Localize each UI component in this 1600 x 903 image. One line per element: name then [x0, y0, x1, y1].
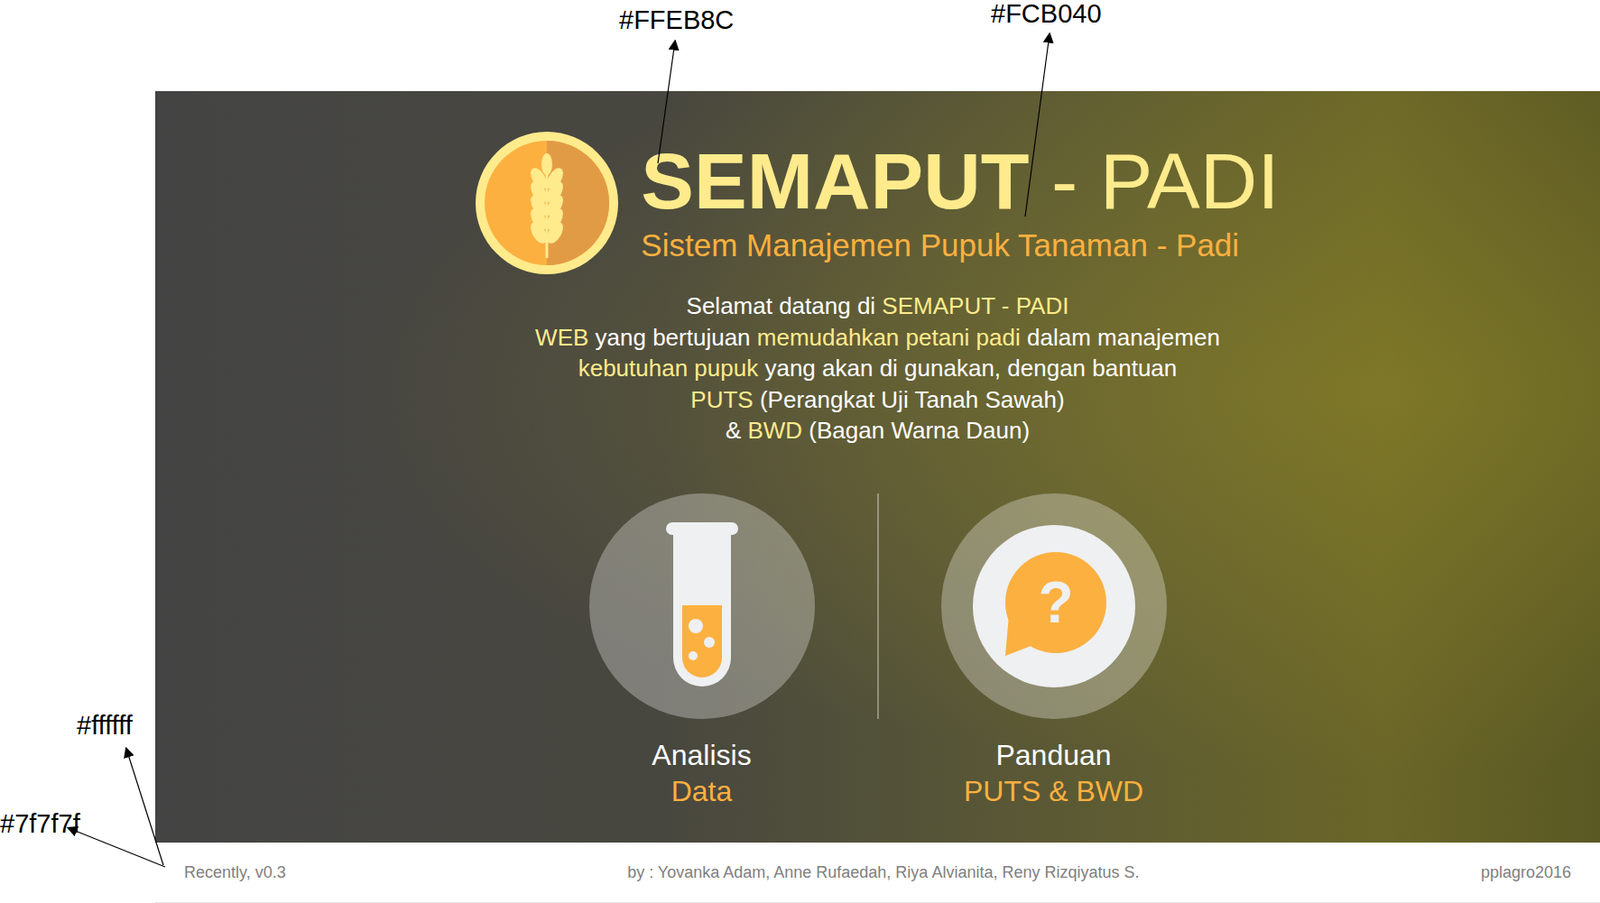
- intro-segment: SEMAPUT - PADI: [881, 292, 1069, 320]
- annotation-arrow: [1025, 34, 1050, 217]
- menu-icon-circle: [589, 493, 815, 720]
- wheat-logo-icon: [475, 131, 619, 275]
- intro-line: WEB yang bertujuan memudahkan petani pad…: [535, 322, 1221, 354]
- subtitle: Sistem Manajemen Pupuk Tanaman - Padi: [640, 226, 1279, 265]
- header: SEMAPUT - PADI Sistem Manajemen Pupuk Tan…: [475, 131, 1279, 275]
- annotation-arrow: [657, 41, 676, 164]
- title-block: SEMAPUT - PADI Sistem Manajemen Pupuk Tan…: [640, 141, 1279, 265]
- intro-segment: WEB: [535, 323, 589, 352]
- footer-version: Recently, v0.3: [184, 863, 287, 883]
- intro-segment: yang akan di gunakan, dengan bantuan: [758, 354, 1177, 382]
- annotation-arrow: [68, 828, 166, 868]
- intro-line: PUTS (Perangkat Uji Tanah Sawah): [690, 384, 1064, 417]
- color-annotation: #FFEB8C: [619, 4, 734, 36]
- top-margin: [0, 0, 1600, 92]
- annotation-arrows: [0, 0, 1600, 903]
- menu-icon-circle: ?: [941, 493, 1167, 720]
- intro-segment: &: [725, 416, 749, 444]
- intro-segment: dalam manajemen: [1020, 323, 1221, 352]
- intro-line: & BWD (Bagan Warna Daun): [725, 415, 1030, 447]
- intro-segment: PUTS: [690, 386, 753, 414]
- menu-sublabel: PUTS & BWD: [963, 773, 1144, 810]
- intro-segment: kebutuhan pupuk: [578, 354, 759, 382]
- intro: Selamat datang di SEMAPUT - PADIWEB yang…: [535, 290, 1221, 447]
- intro-segment: yang bertujuan: [588, 323, 757, 352]
- intro-segment: BWD: [747, 416, 803, 444]
- menu-label: Panduan: [995, 737, 1111, 774]
- annotation-arrow: [126, 749, 164, 866]
- intro-segment: (Perangkat Uji Tanah Sawah): [753, 386, 1065, 414]
- intro-segment: (Bagan Warna Daun): [802, 416, 1030, 444]
- test-tube-icon: [665, 522, 739, 690]
- menu-sublabel: Data: [671, 773, 733, 810]
- title-strong: SEMAPUT: [640, 136, 1029, 226]
- screen: SEMAPUT - PADI Sistem Manajemen Pupuk Tan…: [155, 91, 1600, 903]
- menu: AnalisisData? PanduanPUTS & BWD: [566, 493, 1190, 810]
- intro-line: Selamat datang di SEMAPUT - PADI: [686, 290, 1070, 323]
- svg-text:?: ?: [1037, 570, 1073, 636]
- color-annotation: #ffffff: [76, 710, 133, 741]
- menu-item[interactable]: ? PanduanPUTS & BWD: [918, 493, 1190, 810]
- menu-item[interactable]: AnalisisData: [566, 493, 838, 810]
- intro-segment: memudahkan petani padi: [757, 323, 1021, 352]
- main-row: SEMAPUT - PADI Sistem Manajemen Pupuk Tan…: [0, 91, 1600, 903]
- page: SEMAPUT - PADI Sistem Manajemen Pupuk Tan…: [0, 0, 1600, 903]
- color-annotation: #FCB040: [990, 0, 1102, 29]
- footer-credits: by : Yovanka Adam, Anne Rufaedah, Riya A…: [627, 863, 1139, 883]
- footer-copyright: pplagro2016: [1480, 863, 1572, 883]
- intro-line: kebutuhan pupuk yang akan di gunakan, de…: [578, 352, 1178, 385]
- intro-segment: Selamat datang di: [686, 292, 883, 320]
- footer: Recently, v0.3 by : Yovanka Adam, Anne Ru…: [155, 842, 1600, 903]
- menu-label: Analisis: [651, 737, 751, 774]
- menu-divider: [877, 493, 879, 720]
- help-bubble-icon: ?: [972, 525, 1136, 688]
- title: SEMAPUT - PADI: [640, 141, 1279, 222]
- color-annotation: #7f7f7f: [0, 808, 81, 840]
- hero: SEMAPUT - PADI Sistem Manajemen Pupuk Tan…: [155, 91, 1600, 843]
